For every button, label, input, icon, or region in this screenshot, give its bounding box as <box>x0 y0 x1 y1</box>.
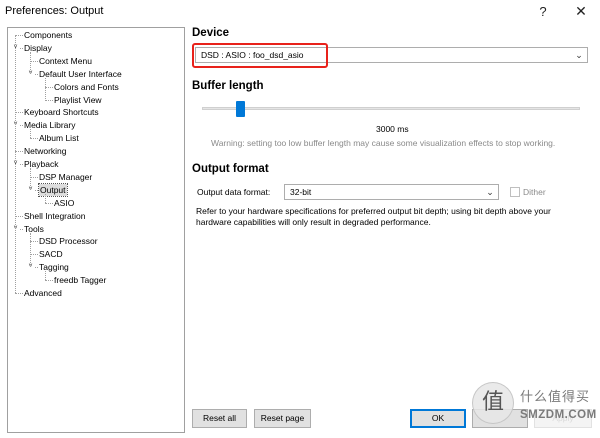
tree-item-label: Components <box>24 30 73 40</box>
tree-connector <box>15 35 16 293</box>
output-format-info-line-1: Refer to your hardware specifications fo… <box>196 206 551 216</box>
buffer-slider-thumb[interactable] <box>235 101 245 117</box>
tree-connector <box>30 138 38 140</box>
tree-item-label: Colors and Fonts <box>54 81 119 92</box>
close-button[interactable]: ✕ <box>566 0 596 23</box>
dither-checkbox[interactable] <box>510 187 520 197</box>
tree-item-label: Tagging <box>39 262 69 273</box>
output-format-section-title: Output format <box>192 163 269 175</box>
tree-item-label: SACD <box>39 249 63 260</box>
ok-button[interactable]: OK <box>410 409 466 428</box>
title-bar: Preferences: Output ? ✕ <box>0 0 600 23</box>
tree-connector <box>30 129 31 139</box>
chevron-down-icon: ⌄ <box>486 187 494 197</box>
tree-connector <box>15 35 23 36</box>
chevron-down-icon: ⌄ <box>575 50 583 60</box>
tree-item-label: Context Menu <box>39 55 92 66</box>
tree-connector <box>45 193 46 203</box>
tree-connector <box>15 293 23 294</box>
tree-item-label: Default User Interface <box>39 68 122 79</box>
buffer-slider-track[interactable] <box>202 107 580 110</box>
tree-connector <box>30 241 38 243</box>
reset-page-button[interactable]: Reset page <box>254 409 311 428</box>
output-data-format-label: Output data format: <box>197 187 271 197</box>
preferences-tree[interactable]: Components ˅ Display Context Menu ˅ Default U… <box>7 27 185 433</box>
help-button[interactable]: ? <box>528 0 558 23</box>
tree-item-label: Shell Integration <box>24 210 86 221</box>
reset-all-button[interactable]: Reset all <box>192 409 247 428</box>
annotation-highlight <box>192 43 328 68</box>
tree-connector <box>30 168 31 190</box>
tree-connector <box>15 112 23 114</box>
tree-item-label: Display <box>24 42 52 53</box>
tree-connector <box>30 51 31 74</box>
watermark-logo-icon: 值 <box>472 382 514 424</box>
tree-connector <box>45 202 53 204</box>
tree-item-label: Media Library <box>24 120 76 131</box>
tree-item-label: ASIO <box>54 197 75 208</box>
tree-connector <box>15 215 23 217</box>
tree-connector <box>15 151 23 153</box>
buffer-warning: Warning: setting too low buffer length m… <box>211 138 556 148</box>
tree-connector <box>30 60 38 62</box>
watermark-en-text: SMZDM.COM <box>520 409 597 421</box>
tree-connector <box>45 271 46 281</box>
preferences-body: Components ˅ Display Context Menu ˅ Default U… <box>0 23 600 438</box>
tree-item-label: Advanced <box>24 288 62 298</box>
tree-item-label: DSP Manager <box>39 171 93 182</box>
tree-item-label: Tools <box>24 223 44 234</box>
output-data-format-select[interactable]: 32-bit ⌄ <box>284 184 499 200</box>
buffer-section-title: Buffer length <box>192 80 264 92</box>
tree-item-label: Playlist View <box>54 94 102 105</box>
window-title: Preferences: Output <box>5 5 104 17</box>
tree-item-label: Album List <box>39 133 79 144</box>
tree-item-label: freedb Tagger <box>54 275 107 286</box>
tree-item-label: Networking <box>24 146 67 157</box>
tree-item-label: DSD Processor <box>39 236 98 247</box>
watermark: 值 什么值得买 SMZDM.COM <box>468 378 598 434</box>
tree-connector <box>30 176 38 178</box>
output-data-format-value: 32-bit <box>290 187 312 197</box>
watermark-cn-text: 什么值得买 <box>520 390 591 405</box>
tree-connector <box>30 254 38 256</box>
output-format-info-line-2: hardware capabilities will only result i… <box>196 217 431 227</box>
tree-connector <box>45 99 53 101</box>
tree-item-label: Keyboard Shortcuts <box>24 107 99 118</box>
tree-item-label: Output <box>38 182 68 197</box>
tree-connector <box>45 77 46 100</box>
tree-connector <box>45 280 53 282</box>
dither-label: Dither <box>523 187 546 197</box>
device-section-title: Device <box>192 27 230 39</box>
tree-connector <box>30 232 31 268</box>
buffer-value-label: 3000 ms <box>376 124 409 134</box>
tree-connector <box>45 86 53 88</box>
